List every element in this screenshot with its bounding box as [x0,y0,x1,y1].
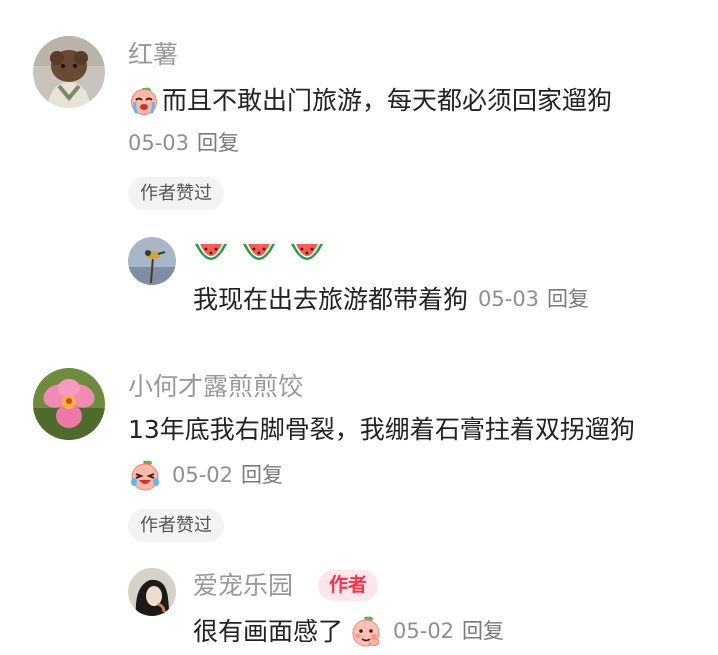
reply-meta: 05-03 回复 [478,289,589,310]
crying-laughing-face-icon [128,458,162,492]
comment-meta: 05-02 回复 [128,458,283,492]
emoji-row [193,240,325,270]
user-avatar[interactable] [128,237,176,285]
reply-date: 05-02 [393,618,455,643]
comment-username[interactable]: 小何才露煎煎饺 [128,374,303,399]
user-avatar[interactable] [33,36,105,108]
author-liked-badge: 作者赞过 [128,177,224,210]
author-liked-badge: 作者赞过 [128,509,224,542]
author-badge: 作者 [318,570,379,601]
crying-face-icon [128,84,160,116]
watermelon-icon [241,240,277,270]
reply-button[interactable]: 回复 [197,131,239,155]
comment-username[interactable]: 红薯 [128,42,178,67]
comment-date: 05-02 [172,462,234,487]
watermelon-icon [193,240,229,270]
shy-face-icon [349,614,383,648]
reply-text: 我现在出去旅游都带着狗 05-03 回复 [193,287,589,312]
comment-date: 05-03 [128,131,190,155]
reply-button[interactable]: 回复 [547,287,589,311]
reply-username[interactable]: 爱宠乐园 [193,573,293,598]
watermelon-icon [289,240,325,270]
comment-meta: 05-03 回复 [128,133,239,154]
reply-text-content: 很有画面感了 [193,616,344,646]
reply-text: 很有画面感了 05-02 回复 [193,614,504,648]
comment-text-content: 而且不敢出门旅游，每天都必须回家遛狗 [162,85,613,115]
reply-meta: 05-02 回复 [393,618,504,643]
user-avatar[interactable] [128,568,176,616]
reply-button[interactable]: 回复 [462,619,504,643]
reply-button[interactable]: 回复 [241,464,283,486]
reply-date: 05-03 [478,287,540,311]
comment-text: 而且不敢出门旅游，每天都必须回家遛狗 [128,84,612,116]
comment-text: 13年底我右脚骨裂，我绷着石膏拄着双拐遛狗 [128,415,635,444]
user-avatar[interactable] [33,368,105,440]
reply-text-content: 我现在出去旅游都带着狗 [193,285,469,314]
